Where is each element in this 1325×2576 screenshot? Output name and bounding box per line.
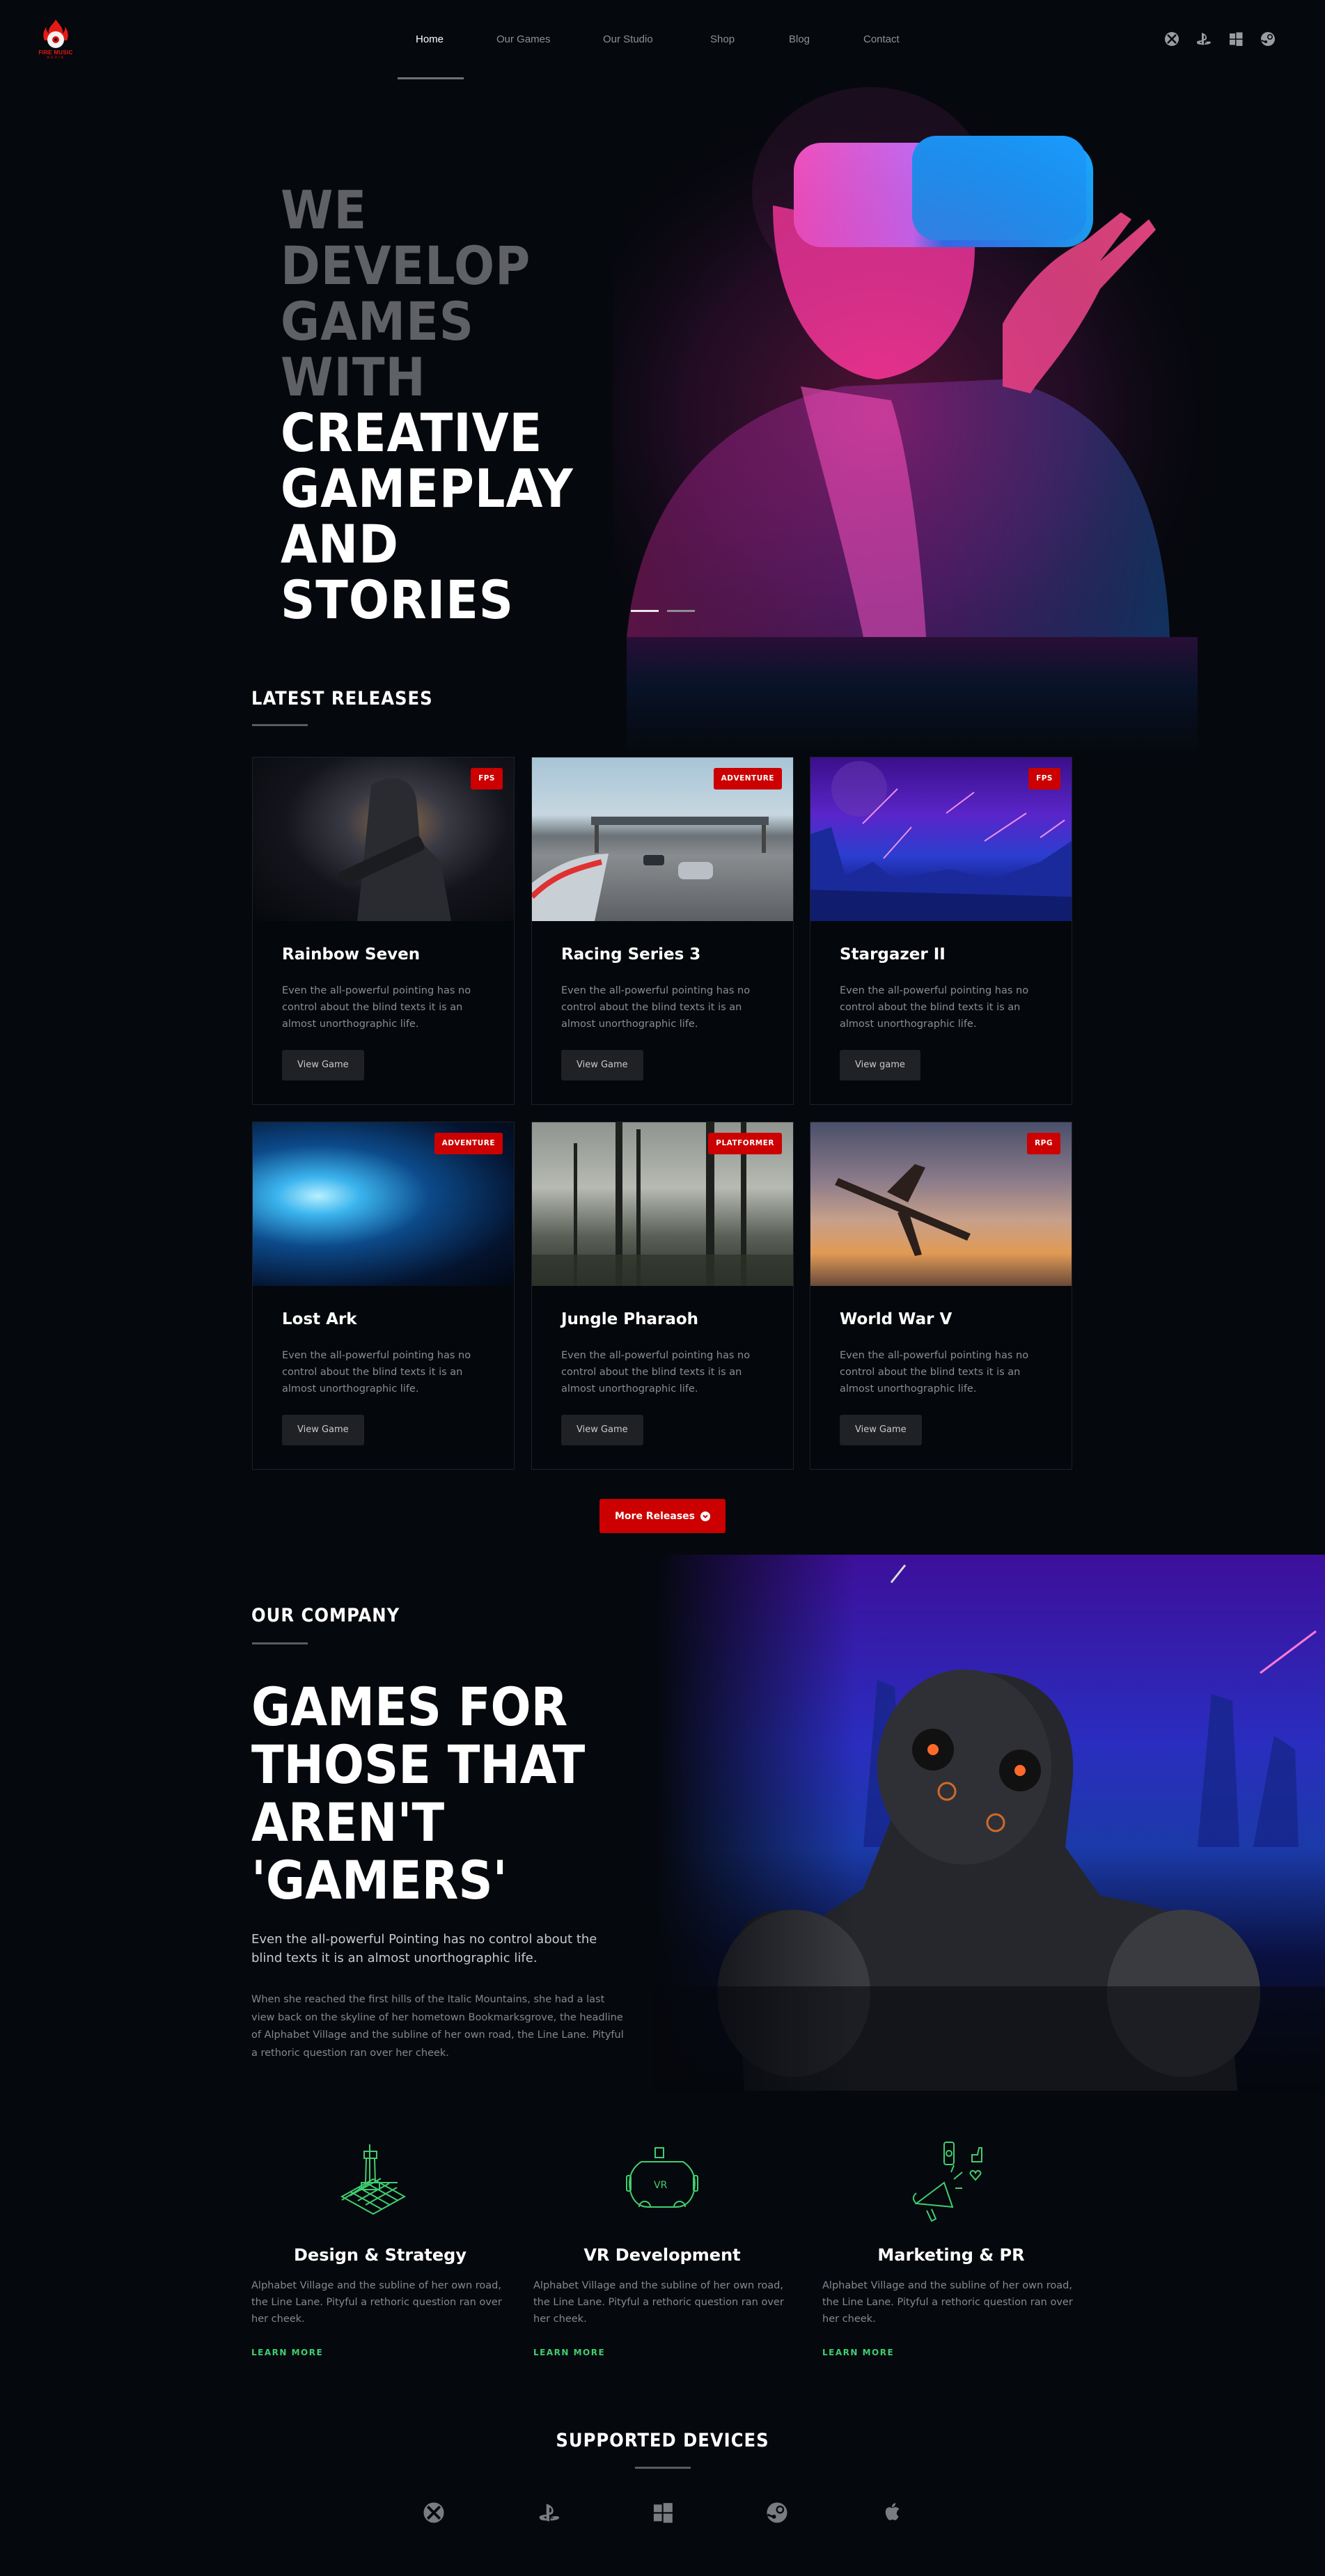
game-title: Rainbow Seven [282, 945, 421, 964]
hero-heading: WE DEVELOP GAMES WITH CREATIVE GAMEPLAY … [281, 182, 629, 628]
supported-devices-title: SUPPORTED DEVICES [556, 2430, 769, 2451]
more-releases-label: More Releases [614, 1510, 695, 1522]
nav-home[interactable]: Home [416, 33, 444, 45]
game-title: Lost Ark [282, 1310, 357, 1328]
megaphone-icon [902, 2141, 993, 2224]
carousel-dot-2[interactable] [667, 610, 695, 612]
game-title: Racing Series 3 [561, 945, 701, 964]
hero-heading-line: WE DEVELOP [281, 179, 531, 297]
hero-vr-woman-image [613, 80, 1212, 637]
company-lead-text: Even the all-powerful Pointing has no co… [251, 1932, 597, 1965]
steam-icon[interactable] [1260, 31, 1276, 47]
game-description: Even the all-powerful pointing has no co… [840, 985, 1029, 1030]
xbox-icon[interactable] [1164, 31, 1179, 47]
company-body-text: When she reached the first hills of the … [251, 1994, 624, 2059]
view-game-button[interactable]: View Game [561, 1415, 643, 1445]
nav-our-games[interactable]: Our Games [496, 33, 551, 45]
genre-badge: FPS [471, 768, 503, 790]
game-card[interactable]: ADVENTURE Lost Ark Even the all-powerful… [252, 1122, 515, 1470]
nav-contact[interactable]: Contact [863, 33, 900, 45]
game-card[interactable]: ADVENTURE Racing Series 3 Even the all-p… [531, 757, 794, 1105]
game-title: Stargazer II [840, 945, 946, 964]
brand-subname: MEDIA [47, 56, 65, 60]
service-title: Design & Strategy [294, 2245, 467, 2265]
learn-more-link[interactable]: LEARN MORE [251, 2348, 323, 2357]
company-eyebrow: OUR COMPANY [251, 1605, 400, 1626]
latest-releases-title: LATEST RELEASES [251, 688, 433, 709]
service-title: VR Development [583, 2245, 741, 2265]
service-description: Alphabet Village and the subline of her … [533, 2280, 784, 2325]
brand-logo[interactable]: FIRE MUSIC MEDIA [36, 18, 75, 60]
genre-badge: RPG [1027, 1133, 1060, 1154]
nav-active-indicator [398, 77, 464, 79]
windows-icon[interactable] [652, 2502, 674, 2524]
company-robot-image [654, 1555, 1325, 2091]
view-game-button[interactable]: View Game [561, 1050, 643, 1081]
service-description: Alphabet Village and the subline of her … [251, 2280, 502, 2325]
game-card[interactable]: FPS Stargazer II Even the all-powerful p… [810, 757, 1072, 1105]
game-description: Even the all-powerful pointing has no co… [561, 985, 751, 1030]
section-divider [252, 1642, 308, 1644]
genre-badge: ADVENTURE [434, 1133, 503, 1154]
company-heading: GAMES FOR THOSE THAT AREN'T 'GAMERS' [251, 1678, 641, 1909]
company-heading-line: 'GAMERS' [251, 1849, 508, 1911]
hero-heading-line: CREATIVE [281, 402, 543, 464]
game-description: Even the all-powerful pointing has no co… [561, 1350, 751, 1395]
carousel-dot-1[interactable] [631, 610, 659, 612]
nav-shop[interactable]: Shop [710, 33, 735, 45]
hero-heading-line: GAMEPLAY [281, 457, 574, 519]
nav-blog[interactable]: Blog [789, 33, 810, 45]
section-divider [635, 2467, 691, 2469]
hero-heading-line: STORIES [281, 569, 515, 631]
genre-badge: PLATFORMER [708, 1133, 782, 1154]
game-card[interactable]: PLATFORMER Jungle Pharaoh Even the all-p… [531, 1122, 794, 1470]
company-heading-line: GAMES FOR [251, 1676, 568, 1738]
more-releases-button[interactable]: More Releases [599, 1499, 726, 1533]
view-game-button[interactable]: View Game [840, 1415, 922, 1445]
game-card[interactable]: FPS Rainbow Seven Even the all-powerful … [252, 757, 515, 1105]
service-title: Marketing & PR [877, 2245, 1025, 2265]
hero-heading-line: AND [281, 513, 399, 575]
game-card[interactable]: RPG World War V Even the all-powerful po… [810, 1122, 1072, 1470]
company-heading-line: AREN'T [251, 1791, 445, 1853]
view-game-button[interactable]: View Game [282, 1415, 364, 1445]
genre-badge: FPS [1028, 768, 1060, 790]
vr-headset-icon: VR [617, 2141, 707, 2224]
game-description: Even the all-powerful pointing has no co… [282, 985, 471, 1030]
game-description: Even the all-powerful pointing has no co… [840, 1350, 1029, 1395]
steam-icon[interactable] [766, 2502, 788, 2524]
view-game-button[interactable]: View Game [282, 1050, 364, 1081]
chess-rook-icon [328, 2141, 418, 2224]
brand-name: FIRE MUSIC [38, 49, 73, 56]
chevron-down-icon [700, 1511, 710, 1521]
game-description: Even the all-powerful pointing has no co… [282, 1350, 471, 1395]
learn-more-link[interactable]: LEARN MORE [533, 2348, 605, 2357]
nav-our-studio[interactable]: Our Studio [603, 33, 653, 45]
view-game-button[interactable]: View game [840, 1050, 920, 1081]
playstation-icon[interactable] [538, 2502, 560, 2524]
service-description: Alphabet Village and the subline of her … [822, 2280, 1073, 2325]
svg-text:VR: VR [654, 2180, 668, 2191]
windows-icon[interactable] [1228, 31, 1244, 47]
company-heading-line: THOSE THAT [251, 1734, 586, 1796]
hero-heading-line: GAMES WITH [281, 290, 475, 408]
apple-icon[interactable] [881, 2502, 904, 2524]
playstation-icon[interactable] [1195, 31, 1211, 47]
learn-more-link[interactable]: LEARN MORE [822, 2348, 894, 2357]
genre-badge: ADVENTURE [713, 768, 782, 790]
game-title: World War V [840, 1310, 952, 1328]
section-divider [252, 724, 308, 726]
hero-reflection [627, 637, 1198, 755]
game-title: Jungle Pharaoh [561, 1310, 699, 1328]
xbox-icon[interactable] [423, 2502, 445, 2524]
